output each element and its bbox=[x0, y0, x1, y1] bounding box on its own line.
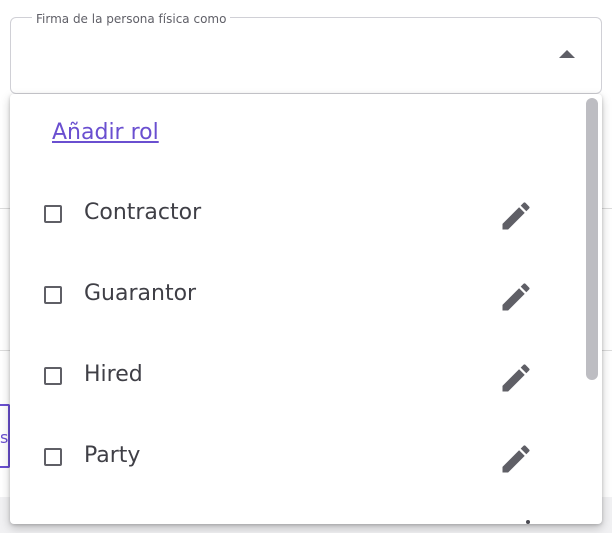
signature-role-select[interactable] bbox=[10, 17, 602, 94]
role-option-label: Party bbox=[84, 443, 141, 468]
pencil-icon[interactable] bbox=[498, 441, 534, 477]
checkbox-unchecked-icon[interactable] bbox=[44, 367, 62, 385]
role-option-hired[interactable]: Hired bbox=[10, 348, 570, 408]
checkbox-unchecked-icon[interactable] bbox=[44, 205, 62, 223]
scrollbar-thumb[interactable] bbox=[586, 98, 598, 380]
pencil-icon[interactable] bbox=[498, 198, 534, 234]
caret-up-icon[interactable] bbox=[559, 50, 575, 58]
role-dropdown-menu: Añadir rol Contractor Guarantor Hired Pa… bbox=[10, 94, 602, 524]
pencil-icon[interactable] bbox=[498, 360, 534, 396]
dropdown-scrollbar[interactable] bbox=[586, 98, 598, 518]
checkbox-unchecked-icon[interactable] bbox=[44, 286, 62, 304]
role-option-guarantor[interactable]: Guarantor bbox=[10, 267, 570, 327]
next-option-peek bbox=[526, 520, 530, 524]
role-option-label: Hired bbox=[84, 362, 143, 387]
role-option-party[interactable]: Party bbox=[10, 429, 570, 489]
role-option-label: Contractor bbox=[84, 200, 202, 225]
pencil-icon[interactable] bbox=[498, 279, 534, 315]
signature-role-label: Firma de la persona física como bbox=[32, 12, 231, 26]
add-role-link[interactable]: Añadir rol bbox=[52, 120, 159, 145]
role-option-label: Guarantor bbox=[84, 281, 197, 306]
role-option-contractor[interactable]: Contractor bbox=[10, 186, 570, 246]
checkbox-unchecked-icon[interactable] bbox=[44, 448, 62, 466]
